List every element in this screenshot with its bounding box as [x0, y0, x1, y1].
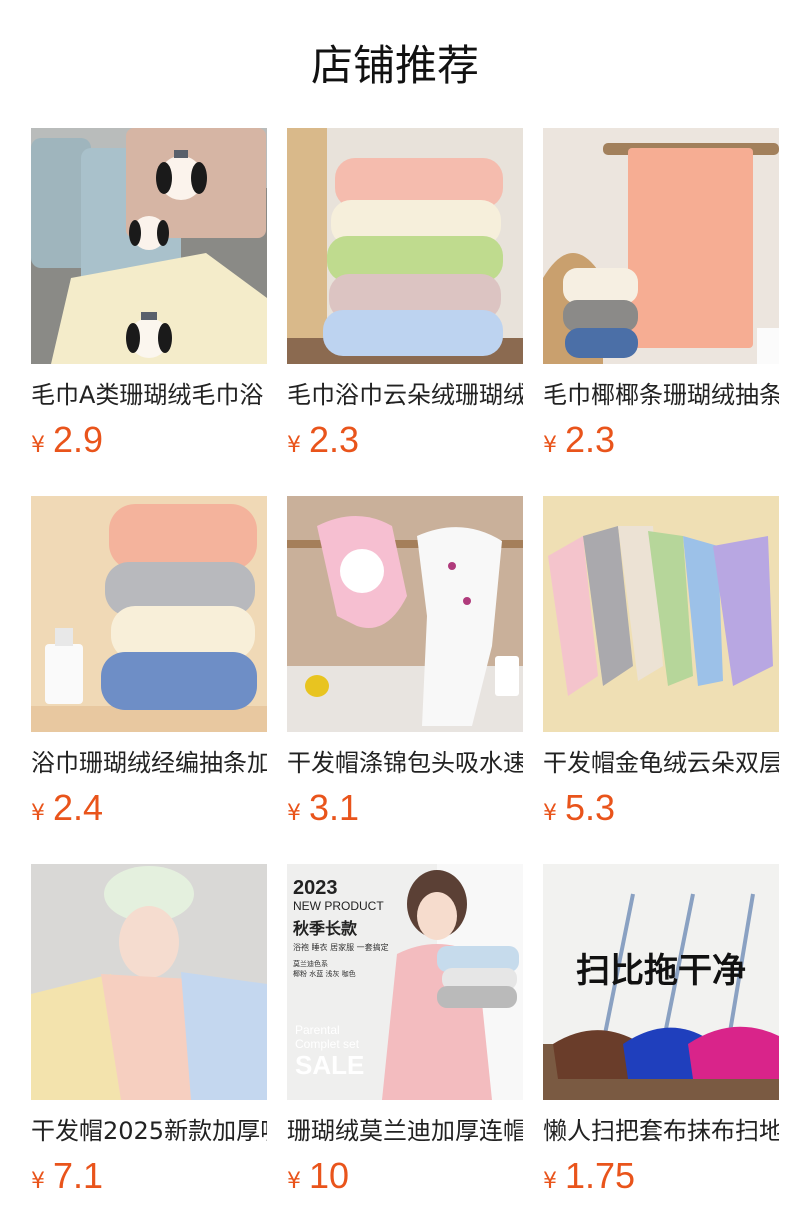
price-amount: 2.3: [309, 419, 360, 460]
price-amount: 5.3: [565, 787, 616, 828]
product-price: ¥ 2.9: [31, 418, 267, 462]
product-name[interactable]: 干发帽涤锦包头吸水速: [287, 746, 523, 780]
colors-text: 椰粉 水蓝 浅灰 咖色: [293, 969, 356, 978]
price-amount: 1.75: [565, 1155, 636, 1196]
woman-with-towel-image[interactable]: [31, 864, 267, 1100]
price-amount: 3.1: [309, 787, 360, 828]
currency-symbol: ¥: [31, 1169, 45, 1194]
product-name[interactable]: 浴巾珊瑚绒经编抽条加: [31, 746, 267, 780]
product-price: ¥ 1.75: [543, 1154, 779, 1198]
price-amount: 2.4: [53, 787, 104, 828]
headline-text: 扫比拖干净: [576, 951, 746, 991]
broom-cover-mop-image[interactable]: 扫比拖干净: [543, 864, 779, 1100]
product-price: ¥ 10: [287, 1154, 523, 1198]
page-title: 店铺推荐: [310, 41, 479, 90]
currency-symbol: ¥: [543, 1169, 557, 1194]
color-series-text: 莫兰迪色系: [293, 959, 328, 968]
price-amount: 7.1: [53, 1155, 104, 1196]
product-price: ¥ 2.3: [287, 418, 523, 462]
product-card[interactable]: 浴巾珊瑚绒经编抽条加 ¥ 2.4: [31, 496, 267, 830]
product-name[interactable]: 毛巾浴巾云朵绒珊瑚绒: [287, 378, 523, 412]
pink-bathrobe-image[interactable]: 2023 NEW PRODUCT 秋季长款 浴袍 睡衣 居家服 一套搞定 莫兰迪…: [287, 864, 523, 1100]
product-card[interactable]: 干发帽2025新款加厚吸 ¥ 7.1: [31, 864, 267, 1198]
currency-symbol: ¥: [543, 433, 557, 458]
hanging-peach-towel-image[interactable]: [543, 128, 779, 364]
product-price: ¥ 5.3: [543, 786, 779, 830]
product-card[interactable]: 2023 NEW PRODUCT 秋季长款 浴袍 睡衣 居家服 一套搞定 莫兰迪…: [287, 864, 523, 1198]
product-price: ¥ 2.4: [31, 786, 267, 830]
currency-symbol: ¥: [287, 801, 301, 826]
new-product-text: NEW PRODUCT: [293, 899, 384, 913]
product-name[interactable]: 懒人扫把套布抹布扫地: [543, 1114, 779, 1148]
hair-cap-cartoon-image[interactable]: [287, 496, 523, 732]
product-grid: 毛巾A类珊瑚绒毛巾浴 ¥ 2.9 毛巾浴巾云朵绒珊瑚绒 ¥ 2.3 毛巾椰椰条珊…: [31, 128, 790, 1198]
complete-set-text: Complet set: [295, 1037, 360, 1051]
year-text: 2023: [293, 877, 338, 899]
price-amount: 10: [309, 1155, 350, 1196]
price-amount: 2.3: [565, 419, 616, 460]
price-amount: 2.9: [53, 419, 104, 460]
product-name[interactable]: 毛巾椰椰条珊瑚绒抽条: [543, 378, 779, 412]
product-price: ¥ 3.1: [287, 786, 523, 830]
product-name[interactable]: 干发帽金龟绒云朵双层: [543, 746, 779, 780]
product-price: ¥ 2.3: [543, 418, 779, 462]
currency-symbol: ¥: [31, 433, 45, 458]
currency-symbol: ¥: [287, 433, 301, 458]
currency-symbol: ¥: [287, 1169, 301, 1194]
product-card[interactable]: 毛巾椰椰条珊瑚绒抽条 ¥ 2.3: [543, 128, 779, 462]
season-text: 秋季长款: [293, 919, 358, 938]
product-card[interactable]: 干发帽涤锦包头吸水速 ¥ 3.1: [287, 496, 523, 830]
product-name[interactable]: 干发帽2025新款加厚吸: [31, 1114, 267, 1148]
cartoon-dog-towels-image[interactable]: [31, 128, 267, 364]
product-card[interactable]: 扫比拖干净 懒人扫把套布抹布扫地 ¥ 1.75: [543, 864, 779, 1198]
product-name[interactable]: 珊瑚绒莫兰迪加厚连帽: [287, 1114, 523, 1148]
colorful-hair-caps-image[interactable]: [543, 496, 779, 732]
stacked-striped-towels-image[interactable]: [31, 496, 267, 732]
product-card[interactable]: 毛巾浴巾云朵绒珊瑚绒 ¥ 2.3: [287, 128, 523, 462]
product-card[interactable]: 干发帽金龟绒云朵双层 ¥ 5.3: [543, 496, 779, 830]
parental-text: Parental: [295, 1023, 340, 1037]
product-name[interactable]: 毛巾A类珊瑚绒毛巾浴: [31, 378, 267, 412]
currency-symbol: ¥: [31, 801, 45, 826]
product-price: ¥ 7.1: [31, 1154, 267, 1198]
stacked-pastel-towels-image[interactable]: [287, 128, 523, 364]
sale-text: SALE: [295, 1050, 364, 1080]
category-text: 浴袍 睡衣 居家服 一套搞定: [293, 942, 389, 952]
currency-symbol: ¥: [543, 801, 557, 826]
product-card[interactable]: 毛巾A类珊瑚绒毛巾浴 ¥ 2.9: [31, 128, 267, 462]
